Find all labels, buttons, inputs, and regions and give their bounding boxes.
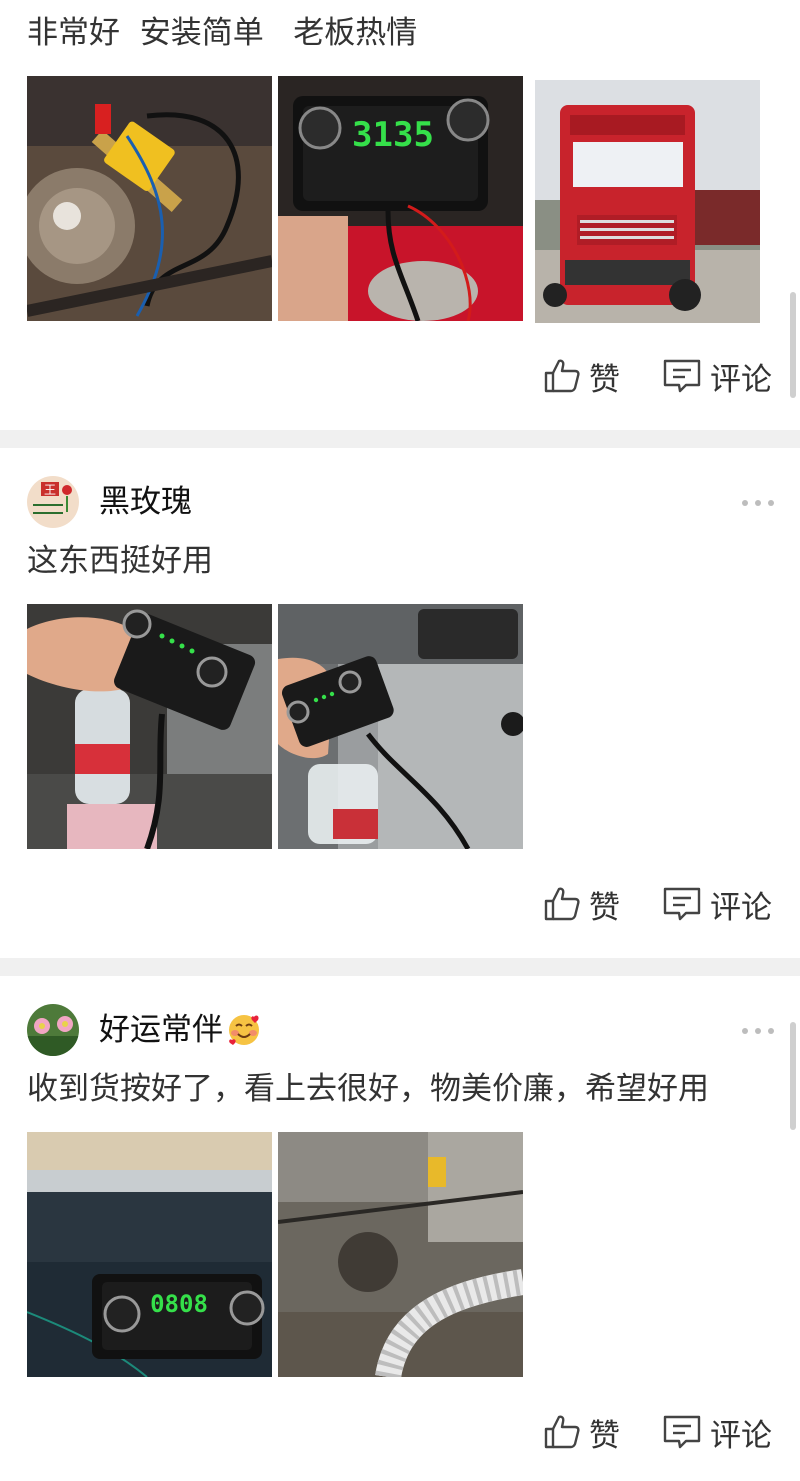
post-3-comment-label: 评论: [710, 1417, 772, 1454]
post-2-author[interactable]: 王 黑玫瑰: [27, 475, 192, 529]
post-2-text: 这东西挺好用: [27, 543, 213, 579]
post-1: 非常好 安装简单 老板热情 3135 赞 评论: [0, 0, 800, 430]
post-2-like-button[interactable]: 赞: [543, 882, 620, 927]
post-1-actions: 赞 评论: [543, 354, 772, 399]
svg-text:王: 王: [44, 483, 56, 497]
thumbs-up-icon: [544, 359, 580, 393]
more-dots-icon[interactable]: [742, 498, 774, 508]
comment-icon: [663, 359, 701, 393]
post-1-photo-2[interactable]: 3135: [278, 76, 523, 321]
post-2: 王 黑玫瑰 这东西挺好用 赞 评论: [0, 448, 800, 958]
post-3-author-name[interactable]: 好运常伴: [99, 1013, 261, 1047]
post-2-photo-1[interactable]: [27, 604, 272, 849]
post-1-comment-button[interactable]: 评论: [662, 354, 772, 399]
thumbs-up-icon: [544, 1415, 580, 1449]
smiling-face-with-hearts-emoji: [227, 1013, 261, 1047]
scrollbar[interactable]: [790, 1022, 796, 1130]
post-3-like-label: 赞: [589, 1417, 620, 1454]
post-1-display-value: 3135: [352, 115, 434, 155]
post-1-like-button[interactable]: 赞: [543, 354, 620, 399]
post-2-like-label: 赞: [589, 889, 620, 926]
post-1-photo-1[interactable]: [27, 76, 272, 321]
post-3-display-value: 0808: [150, 1290, 208, 1318]
thumbs-up-icon: [544, 887, 580, 921]
post-3-actions: 赞 评论: [543, 1410, 772, 1455]
post-3-photo-2[interactable]: [278, 1132, 523, 1377]
post-3-author-text: 好运常伴: [99, 1011, 223, 1048]
post-3-author[interactable]: 好运常伴: [27, 1003, 261, 1057]
post-3-comment-button[interactable]: 评论: [662, 1410, 772, 1455]
post-1-photo-3[interactable]: [535, 80, 760, 323]
post-1-like-label: 赞: [589, 361, 620, 398]
post-divider: [0, 430, 800, 448]
comment-icon: [663, 1415, 701, 1449]
scrollbar[interactable]: [790, 292, 796, 398]
avatar[interactable]: 王: [27, 476, 79, 528]
post-2-author-name[interactable]: 黑玫瑰: [99, 486, 192, 518]
avatar[interactable]: [27, 1004, 79, 1056]
post-1-text: 非常好 安装简单 老板热情: [27, 15, 418, 51]
post-2-photo-2[interactable]: [278, 604, 523, 849]
more-dots-icon[interactable]: [742, 1026, 774, 1036]
post-2-actions: 赞 评论: [543, 882, 772, 927]
post-3-like-button[interactable]: 赞: [543, 1410, 620, 1455]
post-2-comment-label: 评论: [710, 889, 772, 926]
post-3-text: 收到货按好了，看上去很好，物美价廉，希望好用: [27, 1071, 709, 1107]
comment-icon: [663, 887, 701, 921]
post-2-comment-button[interactable]: 评论: [662, 882, 772, 927]
post-1-comment-label: 评论: [710, 361, 772, 398]
post-3-photo-1[interactable]: 0808: [27, 1132, 272, 1377]
post-3: 好运常伴 收到货按好了，看上去很好，物美价廉，希望好用 0808 赞 评论: [0, 976, 800, 1481]
post-divider: [0, 958, 800, 976]
